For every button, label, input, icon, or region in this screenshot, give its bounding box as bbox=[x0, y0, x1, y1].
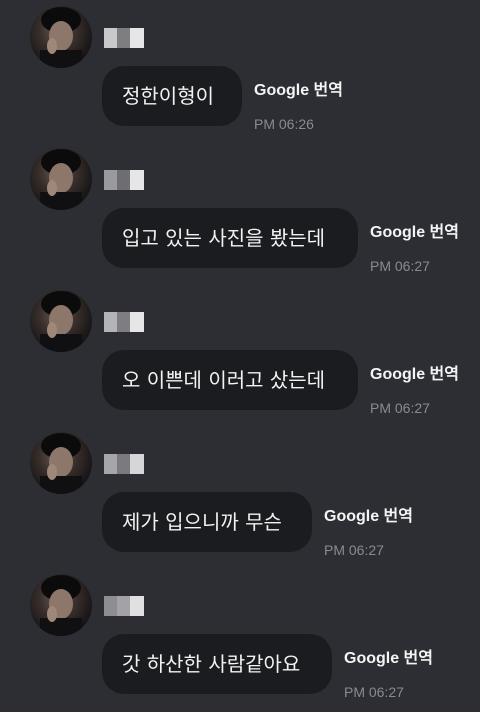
message-group: 입고 있는 사진을 봤는데 Google 번역 PM 06:27 bbox=[0, 142, 480, 284]
message-timestamp: PM 06:26 bbox=[254, 116, 314, 132]
sender-name-blurred bbox=[104, 28, 144, 48]
message-group: 오 이쁜데 이러고 샀는데 Google 번역 PM 06:27 bbox=[0, 284, 480, 426]
sender-name-blurred bbox=[104, 312, 144, 332]
google-translate-link[interactable]: Google 번역 bbox=[370, 218, 459, 242]
avatar-photo bbox=[40, 433, 82, 494]
message-bubble[interactable]: 입고 있는 사진을 봤는데 bbox=[102, 208, 358, 268]
avatar[interactable] bbox=[30, 148, 92, 210]
message-timestamp: PM 06:27 bbox=[324, 542, 384, 558]
message-group: 갓 하산한 사람같아요 Google 번역 PM 06:27 bbox=[0, 568, 480, 710]
google-translate-link[interactable]: Google 번역 bbox=[370, 360, 459, 384]
message-bubble[interactable]: 오 이쁜데 이러고 샀는데 bbox=[102, 350, 358, 410]
sender-name-blurred bbox=[104, 454, 144, 474]
avatar[interactable] bbox=[30, 574, 92, 636]
avatar[interactable] bbox=[30, 290, 92, 352]
avatar-photo bbox=[40, 575, 82, 636]
sender-name-blurred bbox=[104, 170, 144, 190]
google-translate-link[interactable]: Google 번역 bbox=[344, 644, 433, 668]
message-timestamp: PM 06:27 bbox=[370, 400, 430, 416]
avatar-photo bbox=[40, 291, 82, 352]
google-translate-link[interactable]: Google 번역 bbox=[254, 76, 343, 100]
message-bubble[interactable]: 제가 입으니까 무슨 bbox=[102, 492, 312, 552]
google-translate-link[interactable]: Google 번역 bbox=[324, 502, 413, 526]
message-group: 정한이형이 Google 번역 PM 06:26 bbox=[0, 0, 480, 142]
avatar-photo bbox=[40, 149, 82, 210]
sender-name-blurred bbox=[104, 596, 144, 616]
message-timestamp: PM 06:27 bbox=[344, 684, 404, 700]
avatar-photo bbox=[40, 7, 82, 68]
avatar[interactable] bbox=[30, 432, 92, 494]
message-timestamp: PM 06:27 bbox=[370, 258, 430, 274]
message-bubble[interactable]: 정한이형이 bbox=[102, 66, 242, 126]
message-group: 제가 입으니까 무슨 Google 번역 PM 06:27 bbox=[0, 426, 480, 568]
message-bubble[interactable]: 갓 하산한 사람같아요 bbox=[102, 634, 332, 694]
chat-thread: 정한이형이 Google 번역 PM 06:26 입고 있는 사진을 봤는데 G… bbox=[0, 0, 480, 712]
avatar[interactable] bbox=[30, 6, 92, 68]
